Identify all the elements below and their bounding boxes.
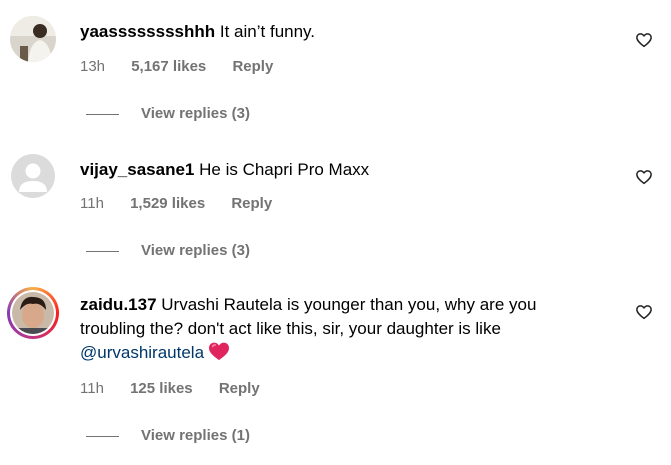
view-replies-label: View replies (1) xyxy=(141,427,250,444)
comment-time: 11h xyxy=(80,195,104,212)
red-heart-emoji-icon xyxy=(209,342,230,361)
reply-button[interactable]: Reply xyxy=(232,58,273,75)
comment-meta: 13h 5,167 likes Reply xyxy=(80,58,295,75)
story-ring-avatar[interactable] xyxy=(7,287,59,339)
default-avatar-icon xyxy=(11,154,55,198)
comments-list: yaasssssssshhh It ain’t funny. 13h 5,167… xyxy=(0,0,671,465)
comment-text: He is Chapri Pro Maxx xyxy=(199,160,370,179)
comment-username[interactable]: vijay_sasane1 xyxy=(80,160,194,179)
mention-link[interactable]: @urvashirautela xyxy=(80,343,204,362)
comment-body: zaidu.137 Urvashi Rautela is younger tha… xyxy=(80,293,600,365)
replies-divider xyxy=(86,435,119,437)
replies-divider xyxy=(86,113,119,115)
heart-outline-icon[interactable] xyxy=(635,31,653,49)
replies-divider xyxy=(86,250,119,252)
reply-button[interactable]: Reply xyxy=(219,380,260,397)
avatar xyxy=(12,292,54,334)
heart-outline-icon[interactable] xyxy=(635,168,653,186)
heart-outline-icon[interactable] xyxy=(635,303,653,321)
avatar-photo xyxy=(10,16,56,62)
comment-body: yaasssssssshhh It ain’t funny. xyxy=(80,20,600,44)
avatar-photo xyxy=(12,292,54,334)
comment-text: It ain’t funny. xyxy=(219,22,316,41)
comment-meta: 11h 125 likes Reply xyxy=(80,380,282,397)
view-replies-button[interactable]: View replies (3) xyxy=(86,105,250,122)
view-replies-button[interactable]: View replies (1) xyxy=(86,427,250,444)
view-replies-label: View replies (3) xyxy=(141,105,250,122)
view-replies-button[interactable]: View replies (3) xyxy=(86,242,250,259)
comment-username[interactable]: yaasssssssshhh xyxy=(80,22,215,41)
comment-likes[interactable]: 5,167 likes xyxy=(131,58,206,75)
avatar[interactable] xyxy=(11,154,55,198)
comment-meta: 11h 1,529 likes Reply xyxy=(80,195,294,212)
view-replies-label: View replies (3) xyxy=(141,242,250,259)
comment-time: 11h xyxy=(80,380,104,397)
reply-button[interactable]: Reply xyxy=(231,195,272,212)
comment-time: 13h xyxy=(80,58,106,75)
comment-likes[interactable]: 1,529 likes xyxy=(130,195,205,212)
comment-likes[interactable]: 125 likes xyxy=(130,380,193,397)
avatar[interactable] xyxy=(10,16,56,62)
comment-body: vijay_sasane1 He is Chapri Pro Maxx xyxy=(80,158,600,182)
comment-username[interactable]: zaidu.137 xyxy=(80,295,157,314)
